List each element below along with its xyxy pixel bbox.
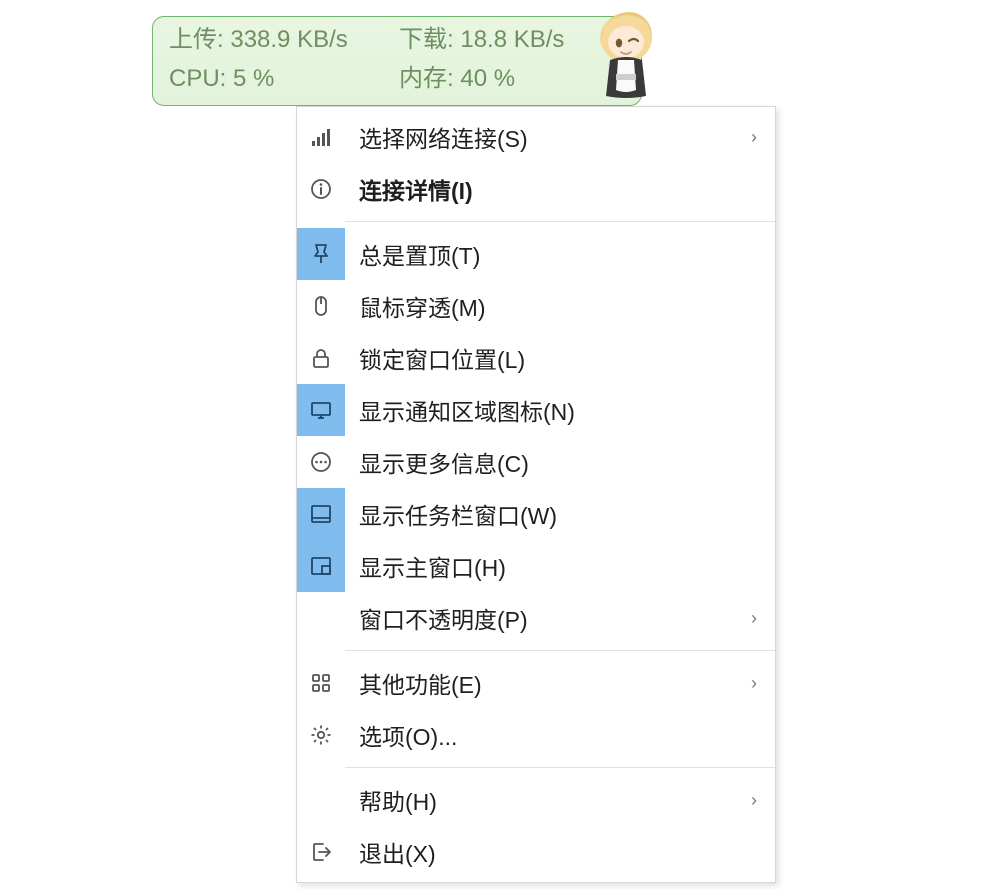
menu-item-label: 选择网络连接(S) [345,120,737,154]
menu-item-label: 显示任务栏窗口(W) [345,497,737,531]
upload-label: 上传: [169,26,224,53]
menu-item-main-window[interactable]: 显示主窗口(H) [297,540,775,592]
no-icon [297,774,345,826]
menu-item-label: 锁定窗口位置(L) [345,341,737,375]
cpu-label: CPU: [169,65,226,92]
menu-item-opacity[interactable]: 窗口不透明度(P)› [297,592,775,644]
lock-icon [297,332,345,384]
menu-item-show-more[interactable]: 显示更多信息(C) [297,436,775,488]
menu-item-conn-details[interactable]: 连接详情(I) [297,163,775,215]
menu-item-label: 其他功能(E) [345,666,737,700]
mainwin-icon [297,540,345,592]
submenu-arrow-icon: › [737,608,757,629]
gear-icon [297,709,345,761]
mouse-icon [297,280,345,332]
menu-item-lock-pos[interactable]: 锁定窗口位置(L) [297,332,775,384]
upload-value: 338.9 KB/s [230,26,347,53]
menu-item-label: 显示通知区域图标(N) [345,393,737,427]
ellipsis-icon [297,436,345,488]
menu-item-label: 显示更多信息(C) [345,445,737,479]
context-menu: 选择网络连接(S)›连接详情(I)总是置顶(T)鼠标穿透(M)锁定窗口位置(L)… [296,106,776,883]
system-monitor-widget[interactable]: 上传: 338.9 KB/s 下载: 18.8 KB/s CPU: 5 % 内存… [152,16,642,106]
menu-item-label: 窗口不透明度(P) [345,601,737,635]
download-cell: 下载: 18.8 KB/s [399,23,625,60]
signal-icon [297,111,345,163]
exit-icon [297,826,345,878]
menu-item-label: 连接详情(I) [345,172,737,206]
menu-item-mouse-through[interactable]: 鼠标穿透(M) [297,280,775,332]
menu-item-label: 总是置顶(T) [345,237,737,271]
menu-item-select-network[interactable]: 选择网络连接(S)› [297,111,775,163]
tray-icon [297,384,345,436]
menu-separator [345,650,775,651]
mem-cell: 内存: 40 % [399,62,625,99]
download-label: 下载: [399,26,454,53]
menu-separator [345,767,775,768]
menu-item-label: 退出(X) [345,835,737,869]
menu-item-options[interactable]: 选项(O)... [297,709,775,761]
menu-item-taskbar-window[interactable]: 显示任务栏窗口(W) [297,488,775,540]
pin-icon [297,228,345,280]
menu-item-always-top[interactable]: 总是置顶(T) [297,228,775,280]
cpu-value: 5 % [233,65,274,92]
submenu-arrow-icon: › [737,790,757,811]
menu-item-exit[interactable]: 退出(X) [297,826,775,878]
download-value: 18.8 KB/s [460,26,564,53]
cpu-cell: CPU: 5 % [169,62,395,99]
submenu-arrow-icon: › [737,127,757,148]
mem-value: 40 % [460,65,515,92]
taskbar-icon [297,488,345,540]
menu-separator [345,221,775,222]
menu-item-label: 显示主窗口(H) [345,549,737,583]
submenu-arrow-icon: › [737,673,757,694]
info-icon [297,163,345,215]
menu-item-other-func[interactable]: 其他功能(E)› [297,657,775,709]
menu-item-help[interactable]: 帮助(H)› [297,774,775,826]
no-icon [297,592,345,644]
menu-item-tray-icon[interactable]: 显示通知区域图标(N) [297,384,775,436]
upload-cell: 上传: 338.9 KB/s [169,23,395,60]
menu-item-label: 选项(O)... [345,718,737,752]
menu-item-label: 帮助(H) [345,783,737,817]
mem-label: 内存: [399,65,454,92]
menu-item-label: 鼠标穿透(M) [345,289,737,323]
grid-icon [297,657,345,709]
